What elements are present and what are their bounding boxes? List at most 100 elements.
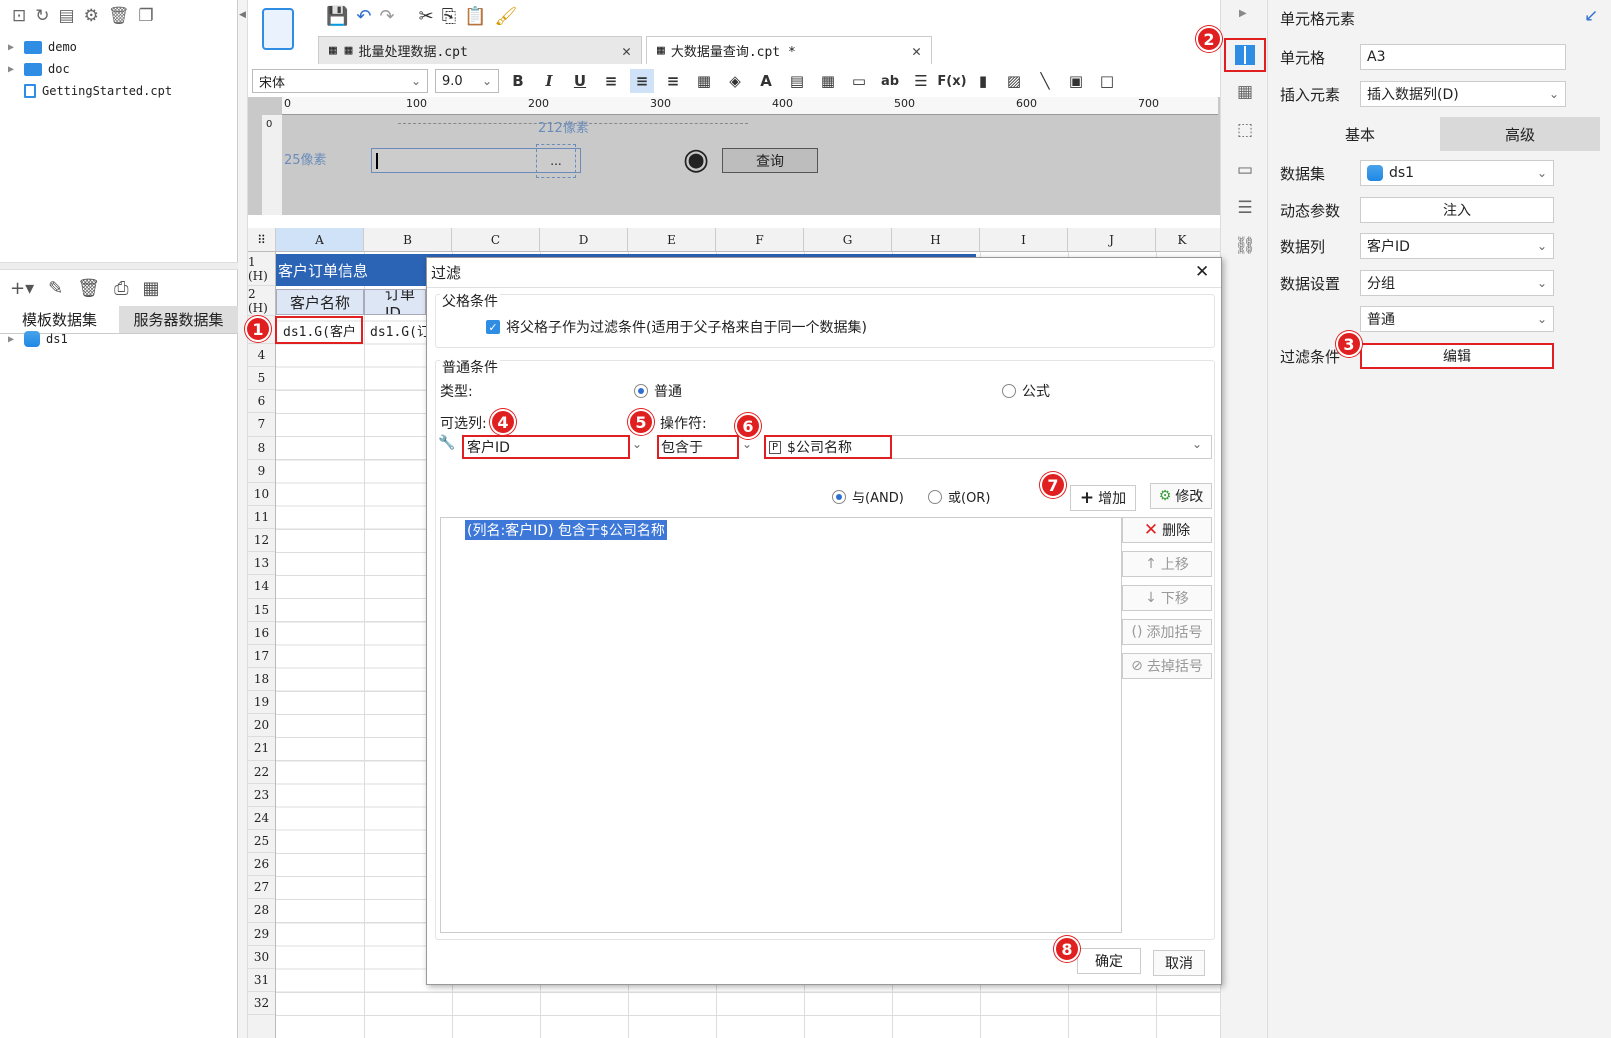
- cell-element-button[interactable]: [1224, 38, 1266, 72]
- and-radio[interactable]: 与(AND): [832, 487, 904, 506]
- settings-icon[interactable]: ⚙: [84, 6, 99, 26]
- row-header[interactable]: 30: [248, 946, 275, 969]
- preview-icon[interactable]: ⎙: [114, 278, 128, 299]
- column-header-d[interactable]: D: [540, 228, 628, 251]
- edit-icon[interactable]: ✎: [48, 278, 63, 299]
- tab-bigdata-query[interactable]: ▦ 大数据量查询.cpt * ✕: [646, 36, 932, 64]
- font-size-select[interactable]: 9.0 ⌄: [435, 69, 499, 93]
- row-header[interactable]: 20: [248, 714, 275, 738]
- panel-splitter[interactable]: [0, 262, 238, 270]
- row-header[interactable]: 9: [248, 460, 275, 483]
- row-header[interactable]: 25: [248, 830, 275, 854]
- border-icon[interactable]: ▦: [692, 69, 716, 93]
- align-center-icon[interactable]: ≡: [630, 69, 654, 93]
- row-header[interactable]: 24: [248, 807, 275, 830]
- row-header[interactable]: 15: [248, 599, 275, 622]
- align-left-icon[interactable]: ≡: [599, 69, 623, 93]
- type-formula-radio[interactable]: 公式: [1002, 381, 1050, 401]
- redo-icon[interactable]: ↷: [380, 6, 395, 27]
- operator-select[interactable]: 包含于: [657, 435, 739, 459]
- parent-filter-checkbox[interactable]: ✓ 将父格子作为过滤条件(适用于父子格来自于同一个数据集): [486, 317, 867, 337]
- richtext-icon[interactable]: ☰: [909, 69, 933, 93]
- row-header-1[interactable]: 1 (H): [248, 252, 275, 286]
- remove-bracket-button[interactable]: ⊘ 去掉括号: [1122, 653, 1212, 679]
- collapse-strip[interactable]: ◀: [238, 0, 248, 1038]
- filter-edit-button[interactable]: 编辑: [1360, 343, 1554, 369]
- underline-button[interactable]: U: [568, 69, 592, 93]
- format-brush-icon[interactable]: 🖌: [495, 6, 518, 27]
- copy-icon[interactable]: ❐: [138, 6, 153, 26]
- row-header[interactable]: 21: [248, 737, 275, 761]
- tab-basic[interactable]: 基本: [1280, 117, 1440, 151]
- header-cell-b2[interactable]: 订单ID: [364, 289, 426, 315]
- column-header-h[interactable]: H: [892, 228, 980, 251]
- row-header[interactable]: 4: [248, 344, 275, 368]
- row-header[interactable]: 19: [248, 691, 275, 715]
- column-header-k[interactable]: K: [1156, 228, 1208, 251]
- row-header[interactable]: 18: [248, 668, 275, 692]
- row-header[interactable]: 14: [248, 575, 275, 599]
- fill-color-icon[interactable]: ◈: [723, 69, 747, 93]
- column-header-i[interactable]: I: [980, 228, 1068, 251]
- font-select[interactable]: 宋体 ⌄: [252, 69, 428, 93]
- tab-advanced[interactable]: 高级: [1440, 117, 1600, 151]
- cell-b3[interactable]: ds1.G(订: [366, 318, 426, 342]
- more-icon[interactable]: □: [1095, 69, 1119, 93]
- add-bracket-button[interactable]: () 添加括号: [1122, 619, 1212, 645]
- chevron-down-icon[interactable]: ⌄: [742, 437, 752, 451]
- paste-icon[interactable]: 📋: [464, 6, 486, 27]
- new-file-icon[interactable]: ⊡: [12, 6, 26, 26]
- ok-button[interactable]: 确定: [1077, 948, 1141, 974]
- delete-button[interactable]: ✕ 删除: [1122, 517, 1212, 543]
- close-icon[interactable]: ✕: [1195, 262, 1209, 282]
- dataset-item-ds1[interactable]: ▶ ds1: [8, 328, 228, 350]
- undo-icon[interactable]: ↶: [356, 6, 371, 27]
- cell-attribute-icon[interactable]: ▦: [1233, 80, 1257, 104]
- widget-icon[interactable]: ▭: [1233, 158, 1257, 182]
- row-header[interactable]: 26: [248, 853, 275, 877]
- row-header[interactable]: 11: [248, 506, 275, 530]
- row-header-2[interactable]: 2 (H): [248, 286, 275, 316]
- delete-icon[interactable]: 🗑: [108, 6, 130, 26]
- row-header[interactable]: 31: [248, 969, 275, 992]
- slash-icon[interactable]: ╲: [1033, 69, 1057, 93]
- dataset-select[interactable]: ds1 ⌄: [1360, 160, 1554, 186]
- add-dataset-icon[interactable]: +▾: [10, 278, 34, 299]
- row-header[interactable]: 32: [248, 992, 275, 1016]
- refresh-icon[interactable]: ↻: [35, 6, 49, 26]
- cancel-button[interactable]: 取消: [1153, 950, 1205, 976]
- cut-icon[interactable]: ✂: [419, 6, 434, 27]
- column-select[interactable]: 客户ID: [462, 435, 630, 459]
- row-header[interactable]: 8: [248, 437, 275, 460]
- frame-icon[interactable]: ⬚: [1233, 118, 1257, 142]
- insert-text-icon[interactable]: ▭: [847, 69, 871, 93]
- text-icon[interactable]: ab: [878, 69, 902, 93]
- data-setting-select[interactable]: 分组 ⌄: [1360, 270, 1554, 296]
- font-color-icon[interactable]: A: [754, 69, 778, 93]
- align-right-icon[interactable]: ≡: [661, 69, 685, 93]
- hyperlink-icon[interactable]: ⛓: [1233, 234, 1257, 258]
- data-setting-mode-select[interactable]: 普通 ⌄: [1360, 306, 1554, 332]
- chevron-down-icon[interactable]: ⌄: [632, 437, 642, 451]
- row-header[interactable]: 28: [248, 899, 275, 923]
- tree-item-gettingstarted[interactable]: GettingStarted.cpt: [8, 80, 228, 102]
- row-header[interactable]: 5: [248, 367, 275, 391]
- row-header[interactable]: 16: [248, 622, 275, 645]
- collapse-left-icon[interactable]: ◀: [239, 10, 246, 20]
- data-column-select[interactable]: 客户ID ⌄: [1360, 233, 1554, 259]
- row-header[interactable]: 13: [248, 552, 275, 576]
- row-header[interactable]: 23: [248, 784, 275, 807]
- column-header-b[interactable]: B: [364, 228, 452, 251]
- insert-element-select[interactable]: 插入数据列(D) ⌄: [1360, 81, 1566, 107]
- pin-icon[interactable]: ↙: [1584, 6, 1598, 26]
- browse-button[interactable]: ...: [536, 144, 576, 178]
- row-header[interactable]: 7: [248, 413, 275, 437]
- merge-icon[interactable]: ▤: [785, 69, 809, 93]
- dataset-settings-icon[interactable]: ▦: [142, 278, 159, 299]
- close-icon[interactable]: ✕: [582, 42, 631, 60]
- header-cell-a2[interactable]: 客户名称: [276, 289, 364, 315]
- column-header-g[interactable]: G: [804, 228, 892, 251]
- cell-a3[interactable]: ds1.G(客户: [275, 316, 363, 344]
- condition-item[interactable]: (列名:客户ID) 包含于$公司名称: [465, 520, 667, 540]
- formula-icon[interactable]: F(x): [937, 69, 966, 93]
